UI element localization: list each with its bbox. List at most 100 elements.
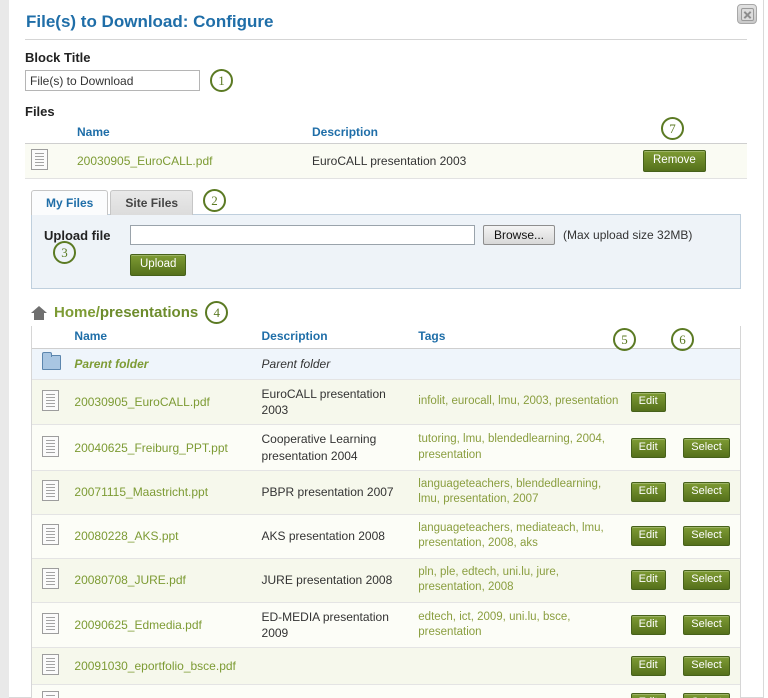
upload-action-row: Upload: [130, 254, 728, 276]
selected-file-name-cell: 20030905_EuroCALL.pdf: [71, 144, 306, 179]
file-source-tabs: My Files Site Files 2: [31, 189, 747, 214]
select-button[interactable]: Select: [683, 693, 730, 698]
file-name-cell: 20030905_EuroCALL.pdf: [68, 380, 255, 425]
file-edit-cell: Edit: [625, 685, 678, 698]
file-icon-cell: [32, 514, 68, 558]
file-tags: languageteachers, blendedlearning, lmu, …: [412, 470, 624, 514]
file-browser: Name Description Tags: [31, 326, 741, 698]
file-select-cell: Select: [677, 470, 740, 514]
edit-button[interactable]: Edit: [631, 526, 666, 546]
file-edit-cell: Edit: [625, 425, 678, 470]
callout-1: 1: [210, 69, 233, 92]
table-row: 20071115_Maastricht.ppt PBPR presentation…: [32, 470, 740, 514]
table-row: 20091030_eportfolio_bsce.pdf Edit Select: [32, 648, 740, 685]
file-tags: languageteachers, mediateach, lmu, prese…: [412, 514, 624, 558]
file-icon-cell: [32, 602, 68, 647]
file-icon-cell: [32, 380, 68, 425]
file-icon: [42, 568, 59, 589]
breadcrumb-home[interactable]: Home: [54, 304, 96, 321]
file-icon-cell: [32, 425, 68, 470]
file-browser-table: Name Description Tags: [32, 326, 740, 698]
browser-col-name: Name: [68, 326, 255, 349]
upload-file-label: Upload file: [44, 228, 122, 243]
edit-button[interactable]: Edit: [631, 693, 666, 698]
file-tags: pln, ple, edtech, uni.lu, jure, presenta…: [412, 558, 624, 602]
file-icon: [42, 436, 59, 457]
file-select-cell: Select: [677, 602, 740, 647]
selected-file-desc: EuroCALL presentation 2003: [306, 144, 637, 179]
block-title-label: Block Title: [25, 50, 747, 65]
select-button[interactable]: Select: [683, 615, 730, 635]
parent-folder-link[interactable]: Parent folder: [74, 357, 148, 371]
callout-5: 5: [613, 328, 636, 351]
selected-file-link[interactable]: 20030905_EuroCALL.pdf: [77, 154, 212, 168]
file-link[interactable]: 20071115_Maastricht.ppt: [74, 485, 208, 499]
file-link[interactable]: 20090625_Edmedia.pdf: [74, 618, 201, 632]
parent-folder-row[interactable]: Parent folder Parent folder: [32, 349, 740, 380]
table-row: 20030905_EuroCALL.pdfEuroCALL presentati…: [32, 380, 740, 425]
callout-3: 3: [53, 241, 76, 264]
file-edit-cell: Edit: [625, 380, 678, 425]
file-link[interactable]: 20080228_AKS.ppt: [74, 529, 178, 543]
file-edit-cell: Edit: [625, 514, 678, 558]
file-icon: [42, 613, 59, 634]
table-row: 20100225_AKS.key Edit Select: [32, 685, 740, 698]
browser-col-tags: Tags: [412, 326, 624, 349]
file-icon-cell: [32, 558, 68, 602]
select-button[interactable]: Select: [683, 526, 730, 546]
select-button[interactable]: Select: [683, 438, 730, 458]
tab-my-files[interactable]: My Files: [31, 190, 108, 215]
file-tags: [412, 648, 624, 685]
close-x-glyph: [741, 8, 754, 21]
upload-button[interactable]: Upload: [130, 254, 186, 276]
browse-button[interactable]: Browse...: [483, 225, 555, 245]
file-edit-cell: Edit: [625, 470, 678, 514]
file-select-cell: Select: [677, 685, 740, 698]
edit-button[interactable]: Edit: [631, 570, 666, 590]
select-button[interactable]: Select: [683, 482, 730, 502]
breadcrumb-text: Home/presentations: [54, 304, 198, 321]
block-title-input[interactable]: [25, 70, 200, 91]
file-link[interactable]: 20091030_eportfolio_bsce.pdf: [74, 659, 235, 673]
close-icon[interactable]: [737, 4, 757, 24]
edit-button[interactable]: Edit: [631, 615, 666, 635]
page-body: File(s) to Download: Configure Block Tit…: [9, 0, 764, 698]
select-button[interactable]: Select: [683, 656, 730, 676]
file-name-cell: 20080228_AKS.ppt: [68, 514, 255, 558]
selected-col-actions: [637, 123, 747, 144]
file-description: PBPR presentation 2007: [256, 470, 413, 514]
file-link[interactable]: 20040625_Freiburg_PPT.ppt: [74, 441, 227, 455]
file-select-cell: Select: [677, 558, 740, 602]
selected-files-body: 20030905_EuroCALL.pdf EuroCALL presentat…: [25, 144, 747, 179]
parent-folder-desc: Parent folder: [256, 349, 740, 380]
edit-button[interactable]: Edit: [631, 392, 666, 412]
files-heading: Files: [25, 104, 747, 119]
browser-col-desc: Description: [256, 326, 413, 349]
selected-col-icon: [25, 123, 71, 144]
selected-file-icon-cell: [25, 144, 71, 179]
parent-folder-icon-cell: [32, 349, 68, 380]
file-link[interactable]: 20030905_EuroCALL.pdf: [74, 395, 209, 409]
upload-file-input[interactable]: [130, 225, 475, 245]
callout-7: 7: [661, 117, 684, 140]
browser-col-icon: [32, 326, 68, 349]
breadcrumb: Home/presentations 4: [31, 301, 747, 324]
upload-panel: Upload file Browse... (Max upload size 3…: [31, 214, 741, 289]
file-description: AKS presentation 2008: [256, 514, 413, 558]
file-icon-cell: [32, 648, 68, 685]
selected-files-header-row: Name Description: [25, 123, 747, 144]
file-select-cell: [677, 380, 740, 425]
remove-button[interactable]: Remove: [643, 150, 706, 172]
file-description: JURE presentation 2008: [256, 558, 413, 602]
edit-button[interactable]: Edit: [631, 482, 666, 502]
file-tags: tutoring, lmu, blendedlearning, 2004, pr…: [412, 425, 624, 470]
edit-button[interactable]: Edit: [631, 438, 666, 458]
select-button[interactable]: Select: [683, 570, 730, 590]
file-tags: infolit, eurocall, lmu, 2003, presentati…: [412, 380, 624, 425]
tab-site-files[interactable]: Site Files: [110, 190, 193, 215]
file-edit-cell: Edit: [625, 648, 678, 685]
file-name-cell: 20100225_AKS.key: [68, 685, 255, 698]
edit-button[interactable]: Edit: [631, 656, 666, 676]
file-icon: [42, 524, 59, 545]
file-link[interactable]: 20080708_JURE.pdf: [74, 573, 185, 587]
